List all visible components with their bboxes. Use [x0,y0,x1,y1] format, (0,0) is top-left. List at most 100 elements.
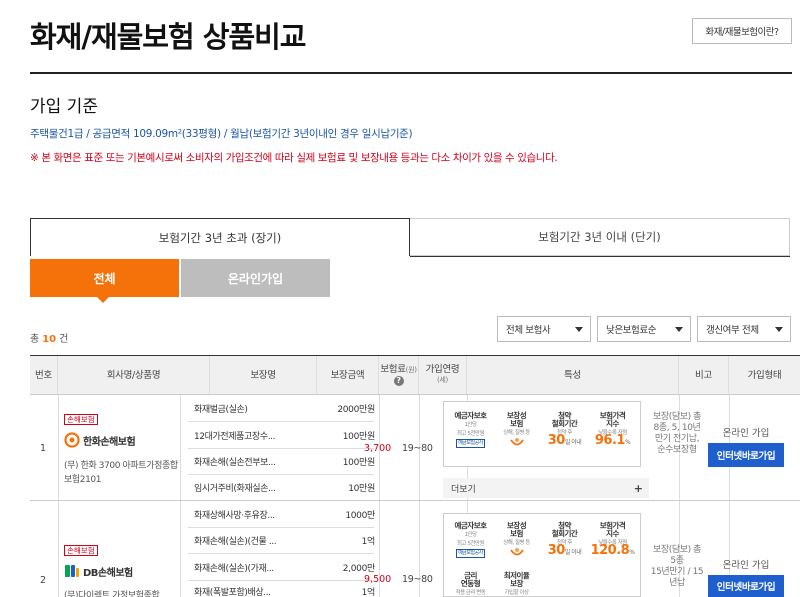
join-type-text: 온라인 가입 [722,428,770,439]
coverage-name: 12대가전제품고장수... [194,432,276,442]
feature-value: 120.8 [590,543,630,558]
remark-line: 보장(담보) 총 [652,412,702,422]
feature-title: 보험 [510,529,523,538]
coverage-name: 화재벌금(실손) [194,405,248,415]
header-remark: 비고 [679,356,729,394]
feature-sub: 최고 5천만원 [456,431,485,437]
more-button[interactable]: 더보기 + [443,478,649,498]
remark-line: 순수보장형 [657,445,697,455]
premium-value: 9,500 [364,574,392,585]
join-age: 19~80 [402,574,433,585]
feature-value: 30 [547,543,566,558]
join-basis-text: 주택물건1급 / 공급면적 109.09m²(33평형) / 월납(보험기간 3… [30,128,413,140]
feature-unit: % [629,549,635,556]
feature-sub: 최고 5천만원 [456,541,485,547]
coverage-amount: 2000만원 [337,405,375,415]
column-divider [58,395,59,597]
premium-value: 3,700 [364,443,392,454]
hand-shield-icon [509,438,524,446]
feature-coverage-type: 보장성 보험 상해, 질병 등 [494,522,539,559]
feature-sub: 상해, 질병 등 [503,540,530,546]
internet-join-button[interactable]: 인터넷바로가입 [708,443,784,467]
join-type-text: 온라인 가입 [722,560,770,571]
table-header: 번호 회사명/상품명 보장명 보장금액 보험료(원) ? 가입연령 (세) 특성… [30,355,800,395]
help-question-icon[interactable]: ? [393,376,404,386]
coverage-divider [188,474,374,475]
tab-divider [410,256,790,257]
feature-title: 보장 [510,579,523,588]
deposit-insurance-stamp-icon: 예금보험공사 [456,549,485,558]
features-box: 예금자보호 1인당 최고 5천만원 예금보험공사 보장성 보험 상해, 질병 등… [443,513,641,597]
company-name: DB손해보험 [83,567,133,579]
feature-unit: 일 이내 [564,439,582,446]
chevron-down-icon [775,327,783,332]
company-filter-select[interactable]: 전체 보험사 [497,316,591,342]
chevron-down-icon [575,327,583,332]
remark-line: 15년만기 / 15 [650,567,704,577]
header-premium: 보험료(원) ? [379,356,419,394]
feature-sub: 1인당 [464,422,477,428]
remark-text: 보장(담보) 총 8종, 5, 10년 만기 전기납, 순수보장형 [649,412,705,456]
coverage-divider [188,448,374,449]
feature-price-index: 보험가격 지수 낮을수록 저렴 120.8% [590,522,635,558]
coverage-amount: 2,000만 [342,564,376,574]
coverage-name: 화재(폭발포함)배상... [194,588,271,597]
product-name-line: (무) 한화 3700 아파트가정종합 [64,461,178,471]
more-label: 더보기 [451,484,476,495]
coverage-amount: 1억 [361,588,376,597]
join-age: 19~80 [402,443,433,454]
header-join: 가입형태 [747,369,782,381]
remark-line: 5종 [670,556,684,566]
company-filter-value: 전체 보험사 [506,325,551,336]
coverage-amount: 10만원 [348,484,375,494]
product-name: (무) 한화 3700 아파트가정종합 보험2101 [64,459,179,487]
coverage-name: 화재상해사망·후유장... [194,511,275,521]
help-button[interactable]: 화재/재물보험이란? [692,18,792,44]
sort-select[interactable]: 낮은보험료순 [597,316,691,342]
coverage-amount: 1000만 [345,511,375,521]
feature-title: 예금자보호 [454,411,488,420]
feature-value: 96.1 [594,433,626,448]
remark-text: 보장(담보) 총 5종 15년만기 / 15 년납 [649,545,705,589]
renewal-filter-select[interactable]: 갱신여부 전체 [697,316,791,342]
coverage-divider [188,553,374,554]
segment-all[interactable]: 전체 [30,259,179,303]
feature-deposit-protection: 예금자보호 1인당 최고 5천만원 예금보험공사 [448,522,493,558]
db-logo-icon [65,565,79,577]
header-premium-label: 보험료 [380,364,406,375]
sort-value: 낮은보험료순 [606,325,657,336]
notice-text: ※ 본 화면은 표준 또는 기본예시로써 소비자의 가입조건에 따라 실제 보험… [30,152,558,164]
header-age-unit: (세) [436,376,448,384]
feature-title: 지수 [606,529,619,538]
page-title: 화재/재물보험 상품비교 [30,20,306,54]
column-divider [379,395,380,597]
coverage-amount: 100만원 [342,432,376,442]
feature-value: 30 [547,433,566,448]
deposit-insurance-stamp-icon: 예금보험공사 [456,439,485,448]
segment-online[interactable]: 온라인가입 [181,259,330,297]
company-logo: 한화손해보험 [64,432,136,448]
internet-join-button[interactable]: 인터넷바로가입 [708,575,784,597]
column-divider [180,395,181,597]
coverage-divider [188,527,374,528]
feature-unit: 일 이내 [564,549,582,556]
feature-sub: 가입할 이상 [504,590,529,596]
feature-title: 예금자보호 [454,521,488,530]
product-name-line: 보험2101 [64,475,102,485]
feature-rate-linked: 금리 연동형 적용 금리 변동 [448,572,493,597]
feature-title: 연동형 [460,579,481,588]
tab-long-term[interactable]: 보험기간 3년 초과 (장기) [30,218,410,256]
product-name: (무)다이렉트 가정보험종합 [64,589,179,597]
count-suffix: 건 [59,334,69,345]
hand-shield-icon [509,548,524,556]
feature-min-rate: 최저이율 보장 가입할 이상 [494,572,539,597]
header-coverage: 보장명 [210,356,317,394]
plus-icon: + [633,481,643,495]
feature-title: 철회기간 [551,529,578,538]
coverage-name: 임시거주비(화재실손... [194,484,276,494]
features-box: 예금자보호 1인당 최고 5천만원 예금보험공사 보장성 보험 상해, 질병 등… [443,401,641,467]
renewal-filter-value: 갱신여부 전체 [706,325,759,336]
tab-short-term[interactable]: 보험기간 3년 이내 (단기) [410,218,790,256]
feature-deposit-protection: 예금자보호 1인당 최고 5천만원 예금보험공사 [448,412,493,448]
insurance-type-badge: 손해보험 [64,545,98,556]
